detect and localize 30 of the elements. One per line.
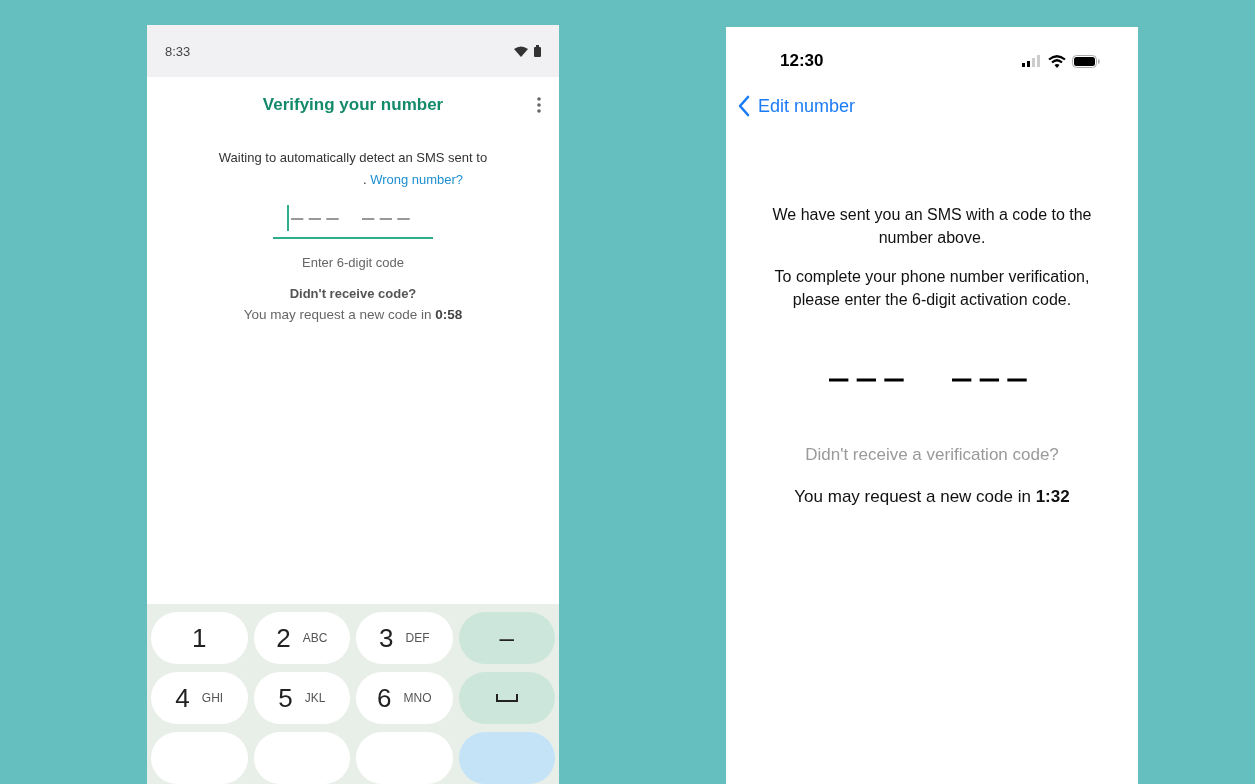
- resend-timer: You may request a new code in 1:32: [794, 487, 1070, 507]
- sms-wait-message: Waiting to automatically detect an SMS sent to . Wrong number?: [218, 149, 488, 189]
- resend-heading: Didn't receive a verification code?: [805, 445, 1059, 465]
- edit-number-link[interactable]: Edit number: [738, 95, 856, 117]
- code-hint: Enter 6-digit code: [302, 255, 404, 270]
- signal-icon: [1022, 55, 1042, 67]
- keypad-key[interactable]: [458, 732, 555, 784]
- sms-sent-message: We have sent you an SMS with a code to the number above.: [771, 205, 1093, 248]
- keypad-key[interactable]: 1: [151, 612, 248, 664]
- space-icon: [495, 694, 518, 702]
- status-time: 8:33: [165, 43, 191, 59]
- keypad-key[interactable]: 6 MNO: [356, 672, 453, 724]
- keypad-key[interactable]: [458, 672, 555, 724]
- battery-icon: [1072, 54, 1100, 68]
- keypad-key[interactable]: 5 JKL: [253, 672, 350, 724]
- more-menu-icon[interactable]: [537, 97, 541, 113]
- keypad-key[interactable]: 4 GHI: [151, 672, 248, 724]
- instruction-text: To complete your phone number verification, please enter the 6-digit activation code.: [773, 267, 1091, 310]
- status-time: 12:30: [780, 51, 824, 71]
- keypad-key[interactable]: –: [458, 612, 555, 664]
- resend-heading: Didn't receive code?: [289, 286, 417, 301]
- wifi-icon: [514, 45, 528, 57]
- wifi-icon: [1048, 54, 1066, 68]
- back-chevron-icon: [738, 95, 750, 117]
- screen-title: Verifying your number: [262, 95, 444, 115]
- keypad-key[interactable]: 2 ABC: [253, 612, 350, 664]
- battery-icon: [534, 45, 541, 57]
- wrong-number-link[interactable]: Wrong number?: [370, 172, 464, 187]
- resend-timer: You may request a new code in 0:58: [243, 307, 463, 322]
- keypad-key[interactable]: 3 DEF: [356, 612, 453, 664]
